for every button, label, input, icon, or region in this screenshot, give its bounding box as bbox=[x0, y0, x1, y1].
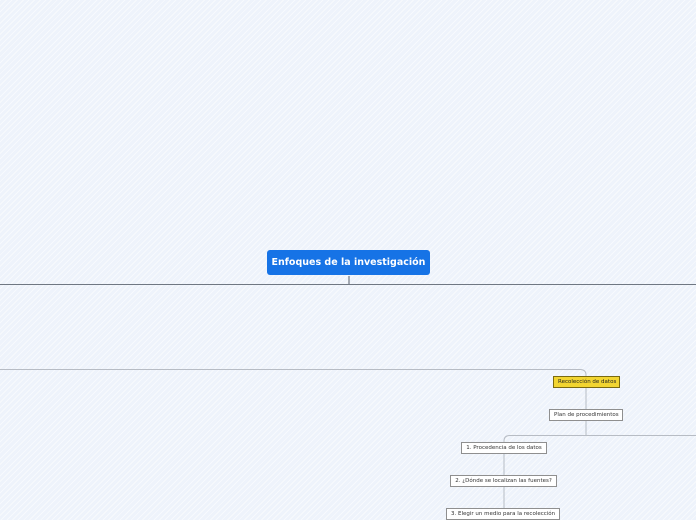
connector-plan-children bbox=[510, 421, 696, 436]
node-recoleccion-de-datos[interactable]: Recolección de datos bbox=[553, 376, 620, 388]
node-plan-de-procedimientos[interactable]: Plan de procedimientos bbox=[549, 409, 623, 421]
node-elegir-un-medio[interactable]: 3. Elegir un medio para la recolección bbox=[446, 508, 560, 520]
central-topic-node[interactable]: Enfoques de la investigación bbox=[267, 250, 430, 275]
node-donde-se-localizan-las-fuentes[interactable]: 2. ¿Dónde se localizan las fuentes? bbox=[450, 475, 557, 487]
node-procedencia-de-los-datos[interactable]: 1. Procedencia de los datos bbox=[461, 442, 547, 454]
mind-map-canvas[interactable]: Enfoques de la investigación Recolección… bbox=[0, 0, 696, 520]
connector-sub-branch bbox=[0, 369, 587, 376]
